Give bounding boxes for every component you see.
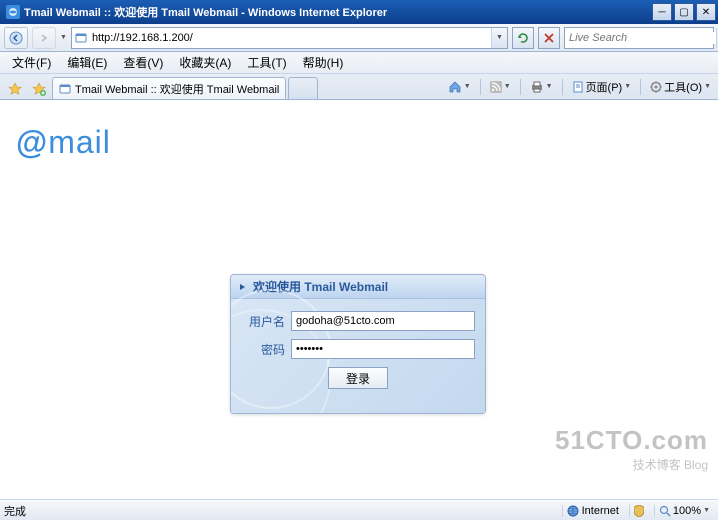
nav-history-dropdown[interactable]: ▼ — [60, 34, 67, 41]
new-tab-button[interactable] — [288, 77, 318, 99]
zoom-value: 100% — [673, 505, 701, 517]
status-text: 完成 — [4, 503, 26, 519]
atmail-logo: @mail — [16, 124, 111, 161]
tab-active[interactable]: Tmail Webmail :: 欢迎使用 Tmail Webmail — [52, 77, 286, 99]
window-controls: ─ ▢ ✕ — [652, 3, 716, 21]
favorites-star-button[interactable] — [4, 79, 26, 99]
home-button[interactable]: ▼ — [445, 78, 474, 96]
status-right: Internet 100% ▼ — [562, 505, 714, 517]
login-panel: 欢迎使用 Tmail Webmail 用户名 密码 登录 — [230, 274, 486, 414]
arrow-right-icon — [239, 283, 247, 291]
logo-text: mail — [48, 124, 111, 160]
print-button[interactable]: ▼ — [527, 79, 556, 95]
search-input[interactable] — [565, 32, 716, 44]
menu-bar: 文件(F) 编辑(E) 查看(V) 收藏夹(A) 工具(T) 帮助(H) — [0, 52, 718, 74]
minimize-button[interactable]: ─ — [652, 3, 672, 21]
zoom-icon — [659, 505, 671, 517]
address-input[interactable] — [90, 28, 491, 48]
username-row: 用户名 — [241, 311, 475, 331]
back-button[interactable] — [4, 27, 28, 49]
separator — [480, 79, 481, 95]
menu-file[interactable]: 文件(F) — [4, 52, 59, 73]
login-panel-body: 用户名 密码 登录 — [231, 299, 485, 413]
login-button[interactable]: 登录 — [328, 367, 388, 389]
zoom-dropdown[interactable]: ▼ — [703, 507, 710, 514]
menu-edit[interactable]: 编辑(E) — [59, 52, 115, 73]
menu-view[interactable]: 查看(V) — [115, 52, 171, 73]
watermark: 51CTO.com 技术博客 Blog — [555, 425, 708, 473]
username-input[interactable] — [291, 311, 475, 331]
tabs-group: Tmail Webmail :: 欢迎使用 Tmail Webmail — [4, 74, 318, 99]
password-input[interactable] — [291, 339, 475, 359]
ie-icon — [6, 5, 20, 19]
feeds-button[interactable]: ▼ — [487, 79, 514, 95]
protected-mode[interactable] — [629, 505, 648, 517]
tools-menu[interactable]: 工具(O)▼ — [647, 77, 714, 97]
login-button-row: 登录 — [241, 367, 475, 389]
watermark-main: 51CTO.com — [555, 425, 708, 456]
username-label: 用户名 — [241, 313, 285, 330]
page-content: @mail 欢迎使用 Tmail Webmail 用户名 密码 登录 — [0, 100, 718, 500]
shield-icon — [634, 505, 644, 517]
stop-button[interactable] — [538, 27, 560, 49]
refresh-button[interactable] — [512, 27, 534, 49]
tab-bar: Tmail Webmail :: 欢迎使用 Tmail Webmail ▼ ▼ … — [0, 74, 718, 100]
tab-title: Tmail Webmail :: 欢迎使用 Tmail Webmail — [75, 81, 279, 97]
separator — [520, 79, 521, 95]
menu-favorites[interactable]: 收藏夹(A) — [171, 52, 239, 73]
close-button[interactable]: ✕ — [696, 3, 716, 21]
navigation-bar: ▼ ▼ — [0, 24, 718, 52]
tab-page-icon — [59, 83, 71, 95]
logo-at: @ — [16, 124, 48, 160]
separator — [640, 79, 641, 95]
forward-button[interactable] — [32, 27, 56, 49]
security-zone[interactable]: Internet — [562, 505, 623, 517]
page-menu[interactable]: 页面(P)▼ — [569, 77, 635, 97]
search-box — [564, 27, 714, 49]
window-titlebar: Tmail Webmail :: 欢迎使用 Tmail Webmail - Wi… — [0, 0, 718, 24]
menu-help[interactable]: 帮助(H) — [295, 52, 352, 73]
tools-menu-label: 工具(O) — [664, 79, 702, 95]
menu-tools[interactable]: 工具(T) — [239, 52, 294, 73]
command-bar: ▼ ▼ ▼ 页面(P)▼ 工具(O)▼ — [445, 77, 714, 97]
separator — [562, 79, 563, 95]
zoom-control[interactable]: 100% ▼ — [654, 505, 714, 517]
watermark-sub: 技术博客 Blog — [555, 456, 708, 473]
maximize-button[interactable]: ▢ — [674, 3, 694, 21]
page-menu-label: 页面(P) — [586, 79, 623, 95]
status-bar: 完成 Internet 100% ▼ — [0, 500, 718, 520]
zone-label: Internet — [582, 505, 619, 517]
internet-zone-icon — [567, 505, 579, 517]
address-bar: ▼ — [71, 27, 508, 49]
window-title: Tmail Webmail :: 欢迎使用 Tmail Webmail - Wi… — [24, 4, 387, 20]
page-icon — [72, 32, 90, 44]
titlebar-left: Tmail Webmail :: 欢迎使用 Tmail Webmail - Wi… — [2, 4, 387, 20]
password-row: 密码 — [241, 339, 475, 359]
password-label: 密码 — [241, 341, 285, 358]
address-dropdown[interactable]: ▼ — [491, 28, 507, 48]
add-favorites-button[interactable] — [28, 79, 50, 99]
